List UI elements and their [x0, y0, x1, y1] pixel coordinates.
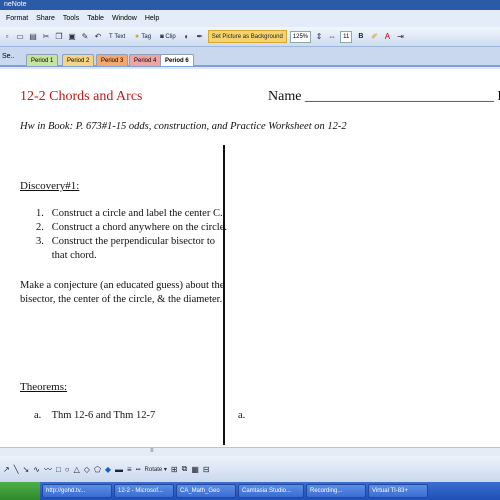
undo-icon[interactable]: ↶ [93, 32, 103, 42]
tab-period-1[interactable]: Period 1 [26, 54, 59, 66]
tab-period-3[interactable]: Period 3 [96, 54, 129, 66]
menu-tools[interactable]: Tools [63, 15, 79, 22]
step-3-cont: that chord. [36, 250, 97, 261]
format-painter-icon[interactable]: ✎ [80, 32, 90, 42]
name-line: Name ___________________________ P. ___ [268, 89, 500, 104]
homework-text: Hw in Book: P. 673#1-15 odds, constructi… [20, 121, 347, 132]
text-icon: T [109, 33, 113, 40]
curve-icon[interactable]: ∿ [33, 465, 40, 474]
menu-help[interactable]: Help [145, 15, 159, 22]
text-button[interactable]: T Text [106, 30, 128, 43]
menu-table[interactable]: Table [87, 15, 104, 22]
note-page[interactable]: 12-2 Chords and Arcs Name ______________… [0, 69, 500, 447]
set-picture-background-button[interactable]: Set Picture as Background [207, 30, 287, 43]
page-title: 12-2 Chords and Arcs [20, 89, 143, 104]
task-camtasia[interactable]: Camtasia Studio... [238, 484, 304, 498]
drawing-toolbar: ↗ ╲ ↘ ∿ 〰 □ ○ △ ◇ ⬠ ◆ ▬ ≡ ┅ Rotate ▾ ⊞ ⧉… [0, 456, 500, 482]
line-color-icon[interactable]: ▬ [115, 465, 123, 474]
rectangle-icon[interactable]: □ [56, 465, 61, 474]
font-color-icon[interactable]: A [382, 32, 392, 42]
open-folder-icon[interactable]: ▭ [15, 32, 25, 42]
pen-icon[interactable]: ✒ [195, 32, 205, 42]
step-1: 1. Construct a circle and label the cent… [36, 208, 223, 219]
task-onenote[interactable]: 12-2 - Microsof... [114, 484, 174, 498]
oval-icon[interactable]: ○ [65, 465, 70, 474]
menu-bar: Format Share Tools Table Window Help [0, 10, 500, 27]
bold-button[interactable]: B [355, 30, 366, 43]
increase-indent-icon[interactable]: ⇥ [395, 32, 405, 42]
arrow-line-icon[interactable]: ↘ [23, 465, 30, 474]
task-recording[interactable]: Recording... [306, 484, 366, 498]
conjecture-line-1: Make a conjecture (an educated guess) ab… [20, 280, 225, 291]
theorems-heading: Theorems: [20, 381, 68, 393]
window-titlebar: neNote [0, 0, 500, 10]
section-nav[interactable]: Se.. [2, 53, 14, 60]
cut-icon[interactable]: ✂ [41, 32, 51, 42]
step-2: 2. Construct a chord anywhere on the cir… [36, 222, 227, 233]
standard-toolbar: ▫ ▭ ▤ ✂ ❐ ▣ ✎ ↶ T Text ★ Tag ◙ Clip ◐ ✒ … [0, 27, 500, 47]
task-folder[interactable]: CA_Math_Geo [176, 484, 236, 498]
section-tab-bar: Se.. Period 1 Period 2 Period 3 Period 4… [0, 47, 500, 67]
group-icon[interactable]: ⧉ [182, 464, 188, 474]
table-icon[interactable]: ▦ [191, 465, 199, 474]
grid-icon[interactable]: ⊟ [203, 465, 210, 474]
text-label: Text [114, 33, 126, 40]
theorem-a-right: a. [238, 410, 246, 421]
fill-color-icon[interactable]: ◆ [105, 465, 111, 474]
tab-period-2[interactable]: Period 2 [62, 54, 95, 66]
horizontal-scrollbar[interactable] [0, 447, 500, 456]
window-title: neNote [4, 1, 27, 8]
copy-icon[interactable]: ❐ [54, 32, 64, 42]
diamond-icon[interactable]: ◇ [84, 465, 90, 474]
theorem-a-left: a. Thm 12-6 and Thm 12-7 [34, 410, 156, 421]
font-size-select[interactable]: 11 [340, 30, 353, 43]
task-browser[interactable]: http://gohd.tv... [42, 484, 112, 498]
fit-page-icon[interactable]: ⇕ [314, 32, 324, 42]
freeform-icon[interactable]: 〰 [44, 464, 52, 475]
paste-icon[interactable]: ▣ [67, 32, 77, 42]
column-divider [223, 145, 225, 445]
conjecture-line-2: bisector, the center of the circle, & th… [20, 294, 223, 305]
highlight-icon[interactable]: ✐ [369, 32, 379, 42]
star-icon: ★ [134, 34, 140, 40]
zoom-select[interactable]: 125% [289, 30, 312, 43]
tab-period-4[interactable]: Period 4 [129, 54, 162, 66]
arrow-icon[interactable]: ↗ [3, 465, 10, 474]
line-icon[interactable]: ╲ [14, 465, 19, 474]
recorder-icon[interactable]: ◐ [182, 32, 192, 42]
taskbar: http://gohd.tv... 12-2 - Microsof... CA_… [0, 482, 500, 500]
fit-width-icon[interactable]: ⇔ [327, 32, 337, 42]
discovery-heading: Discovery#1: [20, 180, 80, 192]
step-3: 3. Construct the perpendicular bisector … [36, 236, 216, 247]
triangle-icon[interactable]: △ [74, 465, 80, 474]
line-style-icon[interactable]: ≡ [127, 465, 132, 474]
camera-icon: ◙ [160, 33, 164, 40]
menu-window[interactable]: Window [112, 15, 137, 22]
start-button[interactable] [0, 482, 40, 500]
clip-label: Clip [165, 33, 176, 40]
pentagon-icon[interactable]: ⬠ [94, 465, 101, 474]
dash-style-icon[interactable]: ┅ [136, 465, 141, 474]
tag-label: Tag [141, 33, 152, 40]
tab-period-6[interactable]: Period 6 [160, 54, 194, 66]
menu-format[interactable]: Format [6, 15, 28, 22]
task-virtual-ti[interactable]: Virtual TI-83+ [368, 484, 428, 498]
tag-button[interactable]: ★ Tag [131, 30, 154, 43]
rotate-button[interactable]: Rotate ▾ [145, 466, 167, 473]
clip-button[interactable]: ◙ Clip [157, 30, 179, 43]
align-icon[interactable]: ⊞ [171, 465, 178, 474]
new-icon[interactable]: ▫ [2, 32, 12, 42]
menu-share[interactable]: Share [36, 15, 55, 22]
print-icon[interactable]: ▤ [28, 32, 38, 42]
rotate-label: Rotate [144, 466, 163, 473]
scroll-grip-icon[interactable]: ≡ [150, 448, 158, 454]
